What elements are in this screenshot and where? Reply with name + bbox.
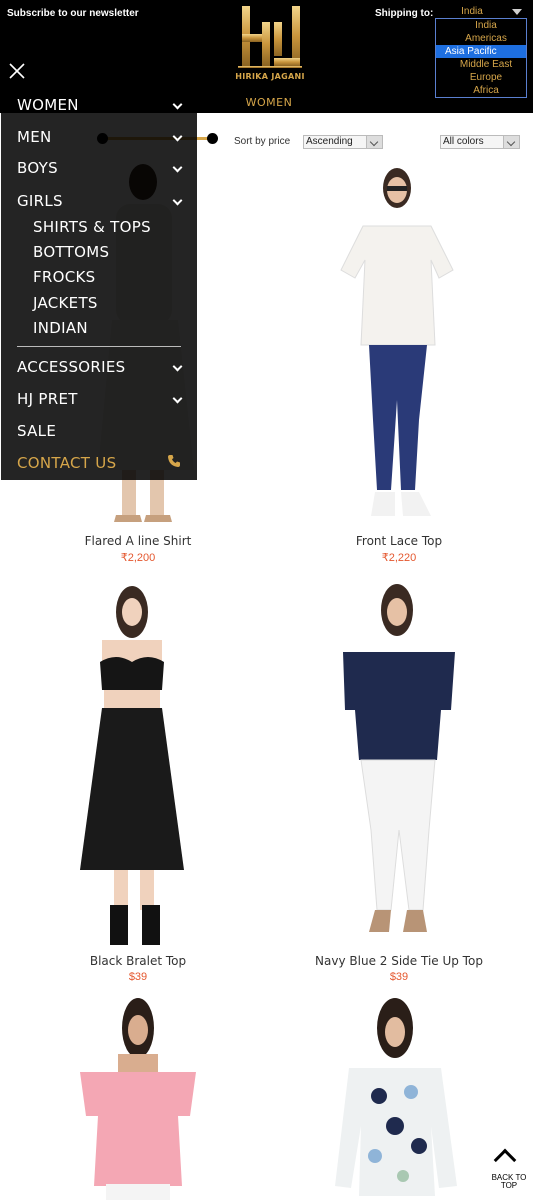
product-image (18, 580, 258, 950)
menu-item-contact-us[interactable]: CONTACT US (17, 454, 187, 472)
chevron-down-icon[interactable] (172, 361, 183, 372)
product-price: $39 (128, 971, 148, 983)
submenu-item-indian[interactable]: INDIAN (33, 319, 183, 337)
menu-item-label: HJ PRET (17, 390, 78, 408)
product-name[interactable]: Front Lace Top (279, 534, 519, 548)
sort-label: Sort by price (234, 136, 291, 147)
menu-item-sale[interactable]: SALE (17, 422, 187, 440)
submenu-item-jackets[interactable]: JACKETS (33, 294, 183, 312)
menu-item-accessories[interactable]: ACCESSORIES (17, 358, 187, 376)
sort-select-value: Ascending (306, 136, 353, 147)
phone-icon (168, 455, 180, 467)
chevron-down-icon[interactable] (172, 99, 183, 110)
menu-item-label: SALE (17, 422, 57, 440)
product-image (279, 580, 519, 950)
shipping-label: Shipping to: (375, 8, 434, 19)
submenu-item-shirts-tops[interactable]: SHIRTS & TOPS (33, 218, 183, 236)
price-range-max-handle[interactable] (207, 133, 218, 144)
chevron-down-icon[interactable] (172, 162, 183, 173)
chevron-down-icon[interactable] (172, 393, 183, 404)
product-price: ₹2,200 (120, 552, 156, 564)
menu-item-men[interactable]: MEN (17, 128, 187, 146)
shipping-option[interactable]: Middle East (436, 58, 526, 71)
shipping-option[interactable]: Africa (436, 84, 526, 97)
product-card[interactable] (279, 996, 519, 1200)
menu-item-label: ACCESSORIES (17, 358, 126, 376)
product-image (279, 996, 519, 1200)
brand-logo[interactable]: HIRIKA JAGANI (232, 4, 308, 84)
section-title: WOMEN (245, 96, 293, 109)
product-card[interactable] (18, 996, 258, 1200)
shipping-option-highlighted[interactable]: Asia Pacific (436, 45, 526, 58)
menu-item-label: GIRLS (17, 192, 63, 210)
product-name[interactable]: Black Bralet Top (18, 954, 258, 968)
shipping-option[interactable]: Americas (436, 32, 526, 45)
brand-name: HIRIKA JAGANI (235, 72, 305, 81)
shipping-dropdown-list: India Americas Asia Pacific Middle East … (435, 18, 527, 98)
color-select-value: All colors (443, 136, 484, 147)
menu-item-women[interactable]: WOMEN (17, 96, 187, 114)
menu-item-girls[interactable]: GIRLS (17, 192, 187, 210)
product-price: ₹2,220 (381, 552, 417, 564)
product-card[interactable]: Black Bralet Top $39 (18, 580, 258, 990)
menu-item-label: MEN (17, 128, 52, 146)
product-card[interactable]: Front Lace Top ₹2,220 (279, 160, 519, 570)
chevron-down-icon (503, 136, 519, 148)
back-to-top-label: BACK TO TOP (491, 1173, 527, 1190)
menu-item-label: CONTACT US (17, 454, 117, 472)
product-image (18, 996, 258, 1200)
back-to-top-button[interactable]: BACK TO TOP (489, 1144, 529, 1192)
close-icon[interactable] (9, 63, 25, 79)
menu-item-label: BOYS (17, 159, 58, 177)
chevron-down-icon (366, 136, 382, 148)
product-name[interactable]: Flared A line Shirt (18, 534, 258, 548)
product-price: $39 (389, 971, 409, 983)
color-filter-select[interactable]: All colors (440, 135, 520, 149)
shipping-option[interactable]: Europe (436, 71, 526, 84)
shipping-option[interactable]: India (436, 19, 526, 32)
menu-item-label: WOMEN (17, 96, 79, 114)
caret-down-icon (512, 9, 522, 15)
menu-divider (17, 346, 181, 347)
chevron-down-icon[interactable] (172, 131, 183, 142)
logo-mark-icon (238, 6, 302, 68)
product-image (279, 160, 519, 530)
product-card[interactable]: Navy Blue 2 Side Tie Up Top $39 (279, 580, 519, 990)
chevron-down-icon[interactable] (172, 195, 183, 206)
newsletter-link[interactable]: Subscribe to our newsletter (7, 8, 139, 19)
submenu-item-bottoms[interactable]: BOTTOMS (33, 243, 183, 261)
submenu-item-frocks[interactable]: FROCKS (33, 268, 183, 286)
menu-item-boys[interactable]: BOYS (17, 159, 187, 177)
menu-item-hj-pret[interactable]: HJ PRET (17, 390, 187, 408)
product-name[interactable]: Navy Blue 2 Side Tie Up Top (279, 954, 519, 968)
side-navigation-menu: WOMEN MEN BOYS GIRLS SHIRTS & TOPS BOTTO… (1, 88, 197, 480)
chevron-up-icon (493, 1148, 517, 1172)
sort-select[interactable]: Ascending (303, 135, 383, 149)
